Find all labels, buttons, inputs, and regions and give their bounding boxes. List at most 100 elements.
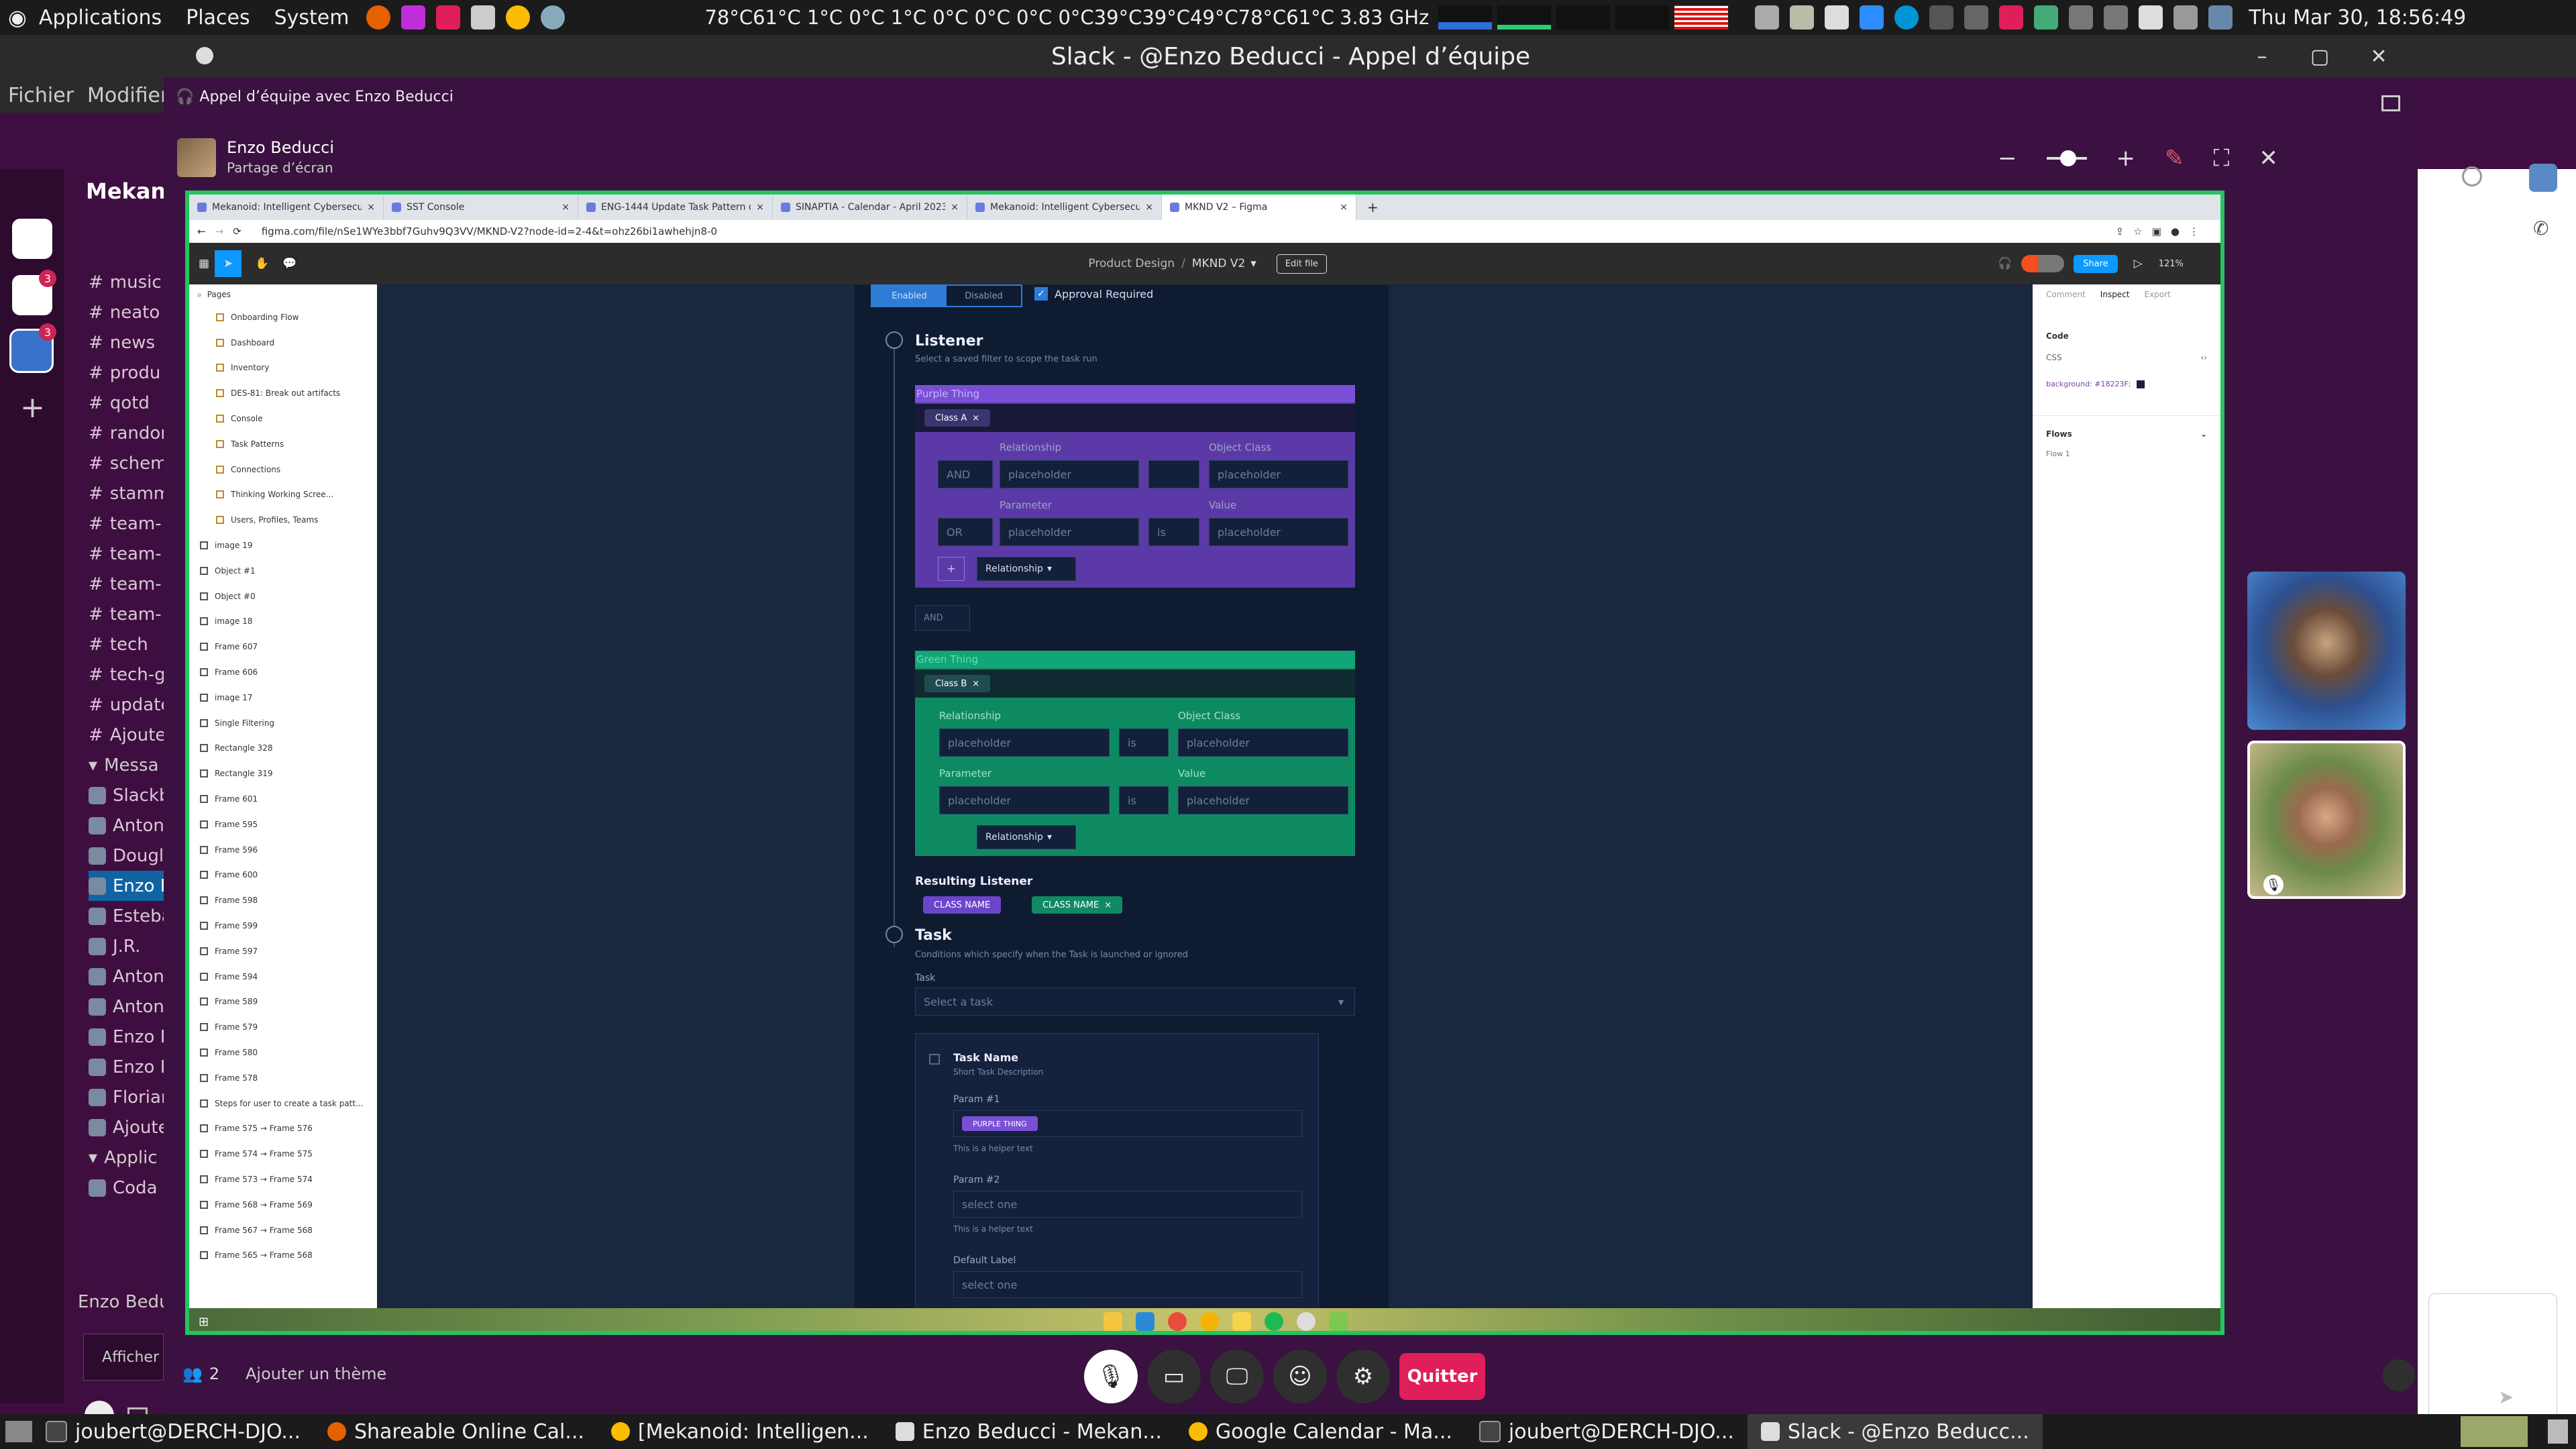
chat-toggle-icon[interactable] (2383, 1359, 2415, 1391)
sidebar-channel[interactable]: # neato (89, 297, 164, 327)
browser-tab[interactable]: MKND V2 – Figma × (1162, 195, 1356, 220)
layer-item[interactable]: Dashboard (189, 330, 377, 356)
param2-select[interactable]: select one (953, 1191, 1302, 1218)
send-icon[interactable]: ➤ (2498, 1386, 2514, 1408)
layer-item[interactable]: Frame 574 → Frame 575 (189, 1141, 377, 1167)
participants-indicator[interactable]: 👥 2 (182, 1364, 219, 1383)
relationship-input[interactable]: placeholder (939, 729, 1110, 757)
checkbox-checked-icon[interactable]: ✓ (1034, 287, 1048, 301)
trash-icon[interactable] (2548, 1419, 2568, 1444)
task-checkbox-icon[interactable] (929, 1054, 940, 1065)
edit-file-button[interactable]: Edit file (1276, 254, 1327, 274)
layer-item[interactable]: Thinking Working Scree... (189, 482, 377, 508)
close-tab-icon[interactable]: × (1340, 202, 1348, 213)
browser-tab[interactable]: ENG-1444 Update Task Pattern o... × (578, 195, 773, 220)
chip-remove-icon[interactable]: × (972, 413, 979, 423)
gnome-logo-icon[interactable]: ◉ (8, 5, 27, 30)
enabled-toggle[interactable]: Enabled Disabled (871, 284, 1022, 307)
slack-afficher-button[interactable]: Afficher (83, 1334, 164, 1381)
notes-icon[interactable] (1232, 1312, 1252, 1331)
browser-tab[interactable]: SINAPTIA - Calendar - April 2023 × (773, 195, 967, 220)
browser-tab[interactable]: Mekanoid: Intelligent Cybersecu... × (189, 195, 384, 220)
chrome-icon[interactable] (1200, 1312, 1220, 1331)
class-b-chip[interactable]: Class B × (924, 675, 991, 692)
layer-item[interactable]: Connections (189, 457, 377, 482)
layer-item[interactable]: Rectangle 328 (189, 736, 377, 761)
zoom-in-icon[interactable]: + (2116, 145, 2136, 172)
comment-tool-icon[interactable]: 💬 (282, 257, 297, 270)
popout-icon[interactable] (2381, 95, 2400, 111)
volume-tray-icon[interactable] (2174, 5, 2198, 30)
is-select[interactable]: is (1148, 518, 1199, 546)
move-tool-icon[interactable]: ➤ (215, 250, 242, 277)
layer-item[interactable]: Frame 565 → Frame 568 (189, 1242, 377, 1268)
sidebar-dm[interactable]: Anton (89, 991, 164, 1022)
taskbar-item-firefox[interactable]: Shareable Online Cal... (314, 1414, 598, 1449)
network-launcher-icon[interactable] (541, 5, 566, 30)
layer-item[interactable]: Frame 598 (189, 888, 377, 913)
sidebar-channel[interactable]: # tech (89, 629, 164, 659)
layer-item[interactable]: Frame 597 (189, 938, 377, 964)
zoom-tray-icon[interactable] (1860, 5, 1884, 30)
video-button[interactable]: ▭ (1147, 1350, 1201, 1403)
layer-item[interactable]: Frame 606 (189, 659, 377, 685)
taskbar-item-chrome[interactable]: [Mekanoid: Intelligen... (598, 1414, 882, 1449)
layer-item[interactable]: image 19 (189, 533, 377, 558)
slack-icon[interactable] (1297, 1312, 1316, 1331)
close-tab-icon[interactable]: × (561, 202, 570, 213)
browser-tab[interactable]: SST Console × (384, 195, 578, 220)
layer-item[interactable]: Frame 589 (189, 989, 377, 1015)
tab-export[interactable]: Export (2145, 290, 2171, 299)
firefox-launcher-icon[interactable] (366, 5, 391, 30)
relationship-button[interactable]: Relationship ▾ (977, 557, 1076, 581)
forward-icon[interactable]: → (215, 225, 224, 237)
sidebar-dm[interactable]: Enzo E (89, 1022, 164, 1052)
layer-item[interactable]: Frame 595 (189, 812, 377, 837)
layer-item[interactable]: Object #0 (189, 584, 377, 609)
breadcrumb-file[interactable]: MKND V2 (1192, 257, 1245, 270)
layer-item[interactable]: Frame 578 (189, 1065, 377, 1091)
maximize-button[interactable]: ▢ (2306, 43, 2333, 70)
layer-item[interactable]: Frame 575 → Frame 576 (189, 1116, 377, 1142)
shield-tray-icon[interactable] (2034, 5, 2059, 30)
or-select[interactable]: OR (938, 518, 993, 546)
flow-item[interactable]: Flow 1 (2046, 449, 2220, 458)
sidebar-channel[interactable]: # news (89, 327, 164, 358)
phone-icon[interactable]: ✆ (2533, 217, 2548, 239)
and-select[interactable]: AND (938, 460, 993, 488)
toggle-enabled[interactable]: Enabled (872, 286, 947, 306)
window-pin-icon[interactable] (196, 47, 213, 64)
layer-item[interactable]: Frame 601 (189, 786, 377, 812)
sidebar-channel[interactable]: # Ajoute (89, 720, 164, 750)
sidebar-dm[interactable]: Enzo E (89, 1052, 164, 1082)
browser-tab[interactable]: Mekanoid: Intelligent Cybersecu... × (967, 195, 1162, 220)
weather-tray-icon[interactable] (1790, 5, 1815, 30)
relationship-button[interactable]: Relationship ▾ (977, 825, 1076, 849)
breadcrumb-chevron-icon[interactable]: ▾ (1250, 257, 1256, 270)
participant-video-1[interactable] (2247, 572, 2406, 730)
chrome-launcher-icon[interactable] (506, 5, 531, 30)
display-tray-icon[interactable] (1755, 5, 1780, 30)
menu-fichier[interactable]: Fichier (8, 84, 74, 107)
close-tab-icon[interactable]: × (951, 202, 959, 213)
sidebar-section-messages[interactable]: ▾ Messa (89, 750, 164, 780)
hp-tray-icon[interactable] (1894, 5, 1919, 30)
layer-item[interactable]: Inventory (189, 356, 377, 381)
sidebar-channel[interactable]: # team- (89, 508, 164, 539)
taskbar-item-window[interactable]: Enzo Beducci - Mekan... (882, 1414, 1175, 1449)
audio-icon[interactable]: 🎧 (1998, 257, 2012, 270)
taskbar-item-terminal-2[interactable]: joubert@DERCH-DJO... (1466, 1414, 1748, 1449)
layer-item[interactable]: Frame 596 (189, 837, 377, 863)
sidebar-channel[interactable]: # team- (89, 599, 164, 629)
menu-applications[interactable]: Applications (27, 6, 174, 30)
sidebar-dm[interactable]: Anton (89, 961, 164, 991)
sidebar-channel[interactable]: # schem (89, 448, 164, 478)
layer-item[interactable]: Task Patterns (189, 431, 377, 457)
layer-item[interactable]: Frame 568 → Frame 569 (189, 1192, 377, 1218)
slack-launcher-icon[interactable] (436, 5, 461, 30)
purple-thing-chip[interactable]: PURPLE THING (962, 1116, 1038, 1131)
chevron-down-icon[interactable]: ⌄ (2200, 429, 2207, 439)
workspace-icon-1[interactable] (12, 219, 52, 259)
layer-item[interactable]: Frame 580 (189, 1040, 377, 1065)
app-icon[interactable] (1329, 1312, 1348, 1331)
